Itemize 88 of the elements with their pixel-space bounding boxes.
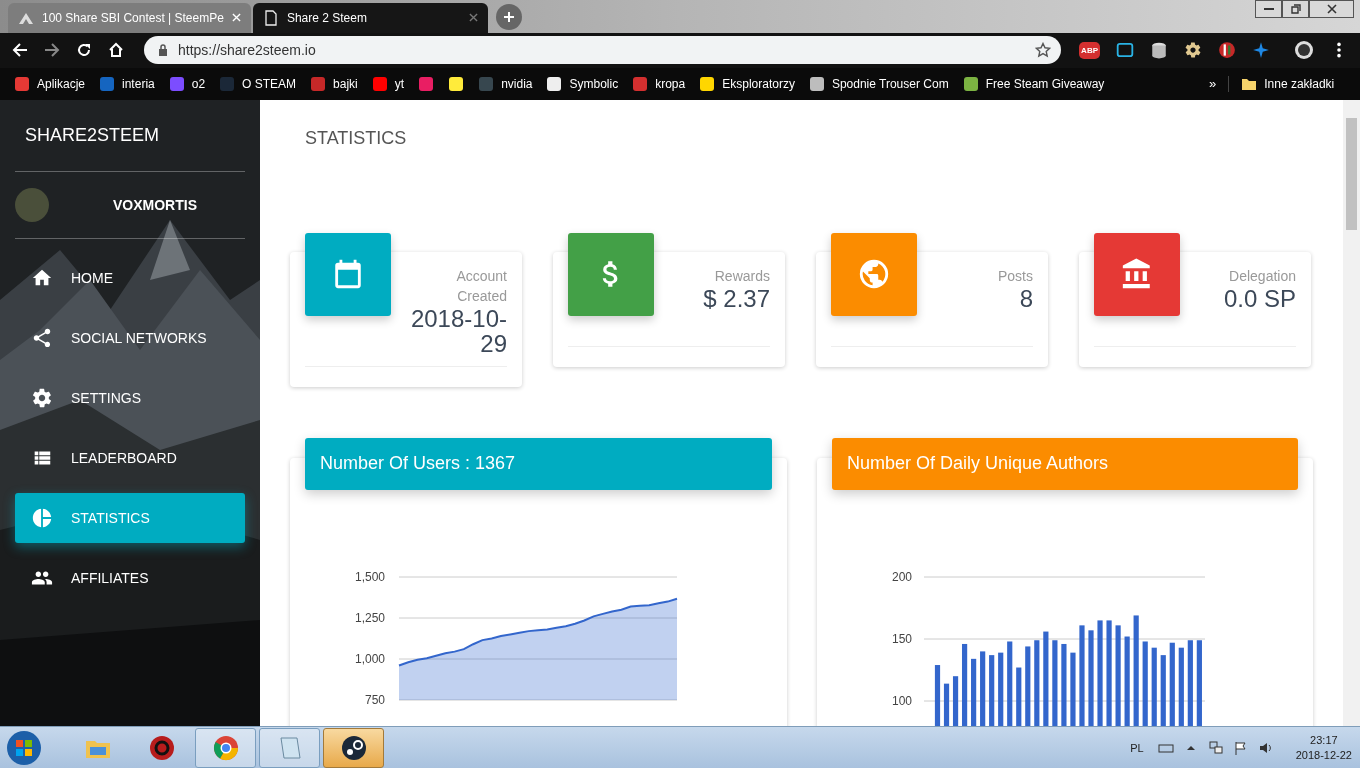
pie-chart-icon bbox=[31, 506, 53, 529]
extension-icon[interactable] bbox=[1116, 41, 1134, 60]
nav-item[interactable]: AFFILIATES bbox=[15, 552, 245, 603]
address-bar[interactable]: https://share2steem.io bbox=[144, 36, 1062, 65]
close-icon bbox=[1326, 4, 1337, 14]
more-bookmarks-button[interactable]: » bbox=[1209, 76, 1217, 92]
bar bbox=[989, 655, 995, 727]
user-name[interactable]: VOXMORTIS bbox=[113, 196, 197, 213]
page-icon bbox=[262, 9, 279, 26]
plus-icon bbox=[502, 10, 515, 23]
bookmark-link[interactable]: Aplikacje bbox=[37, 76, 86, 91]
favicon[interactable] bbox=[448, 75, 465, 92]
stat-value: 0.0 SP bbox=[1222, 285, 1296, 311]
restore-button[interactable] bbox=[1282, 0, 1309, 18]
tab-title: Share 2 Steem bbox=[286, 10, 368, 25]
close-icon[interactable] bbox=[468, 13, 478, 23]
axis-label: 200 bbox=[891, 569, 912, 584]
axis-label: 1,000 bbox=[354, 651, 385, 666]
axis-label: 1,500 bbox=[354, 569, 385, 584]
flag-icon[interactable] bbox=[1232, 739, 1249, 756]
bar bbox=[1016, 667, 1022, 727]
language-indicator[interactable]: PL bbox=[1130, 741, 1144, 754]
new-tab-button[interactable] bbox=[495, 3, 522, 30]
url-text: https://share2steem.io bbox=[178, 42, 316, 59]
stat-value: $ 2.37 bbox=[702, 285, 770, 311]
restore-icon bbox=[1290, 4, 1301, 14]
profile-icon[interactable] bbox=[1294, 40, 1314, 61]
axis-label: 150 bbox=[891, 631, 912, 646]
database-icon[interactable] bbox=[1150, 41, 1168, 60]
bookmark-link[interactable]: bajki bbox=[333, 76, 358, 91]
axis-label: 750 bbox=[364, 692, 385, 707]
stat-label: Account Created bbox=[455, 266, 507, 306]
scrollbar[interactable] bbox=[1343, 99, 1360, 727]
bookmark-link[interactable]: Spodnie Trouser Com bbox=[831, 76, 949, 91]
minimize-icon bbox=[1263, 8, 1274, 10]
home-icon[interactable] bbox=[108, 42, 124, 59]
bars-icon[interactable] bbox=[1218, 41, 1236, 60]
bar bbox=[934, 664, 941, 727]
bar bbox=[1160, 655, 1166, 727]
back-icon[interactable] bbox=[12, 42, 28, 59]
stat-label: Posts bbox=[997, 266, 1033, 286]
axis-label: 1,250 bbox=[354, 610, 385, 625]
bookmark-link[interactable]: Eksploratorzy bbox=[722, 76, 795, 91]
stat-value: 2018-10-29 bbox=[409, 305, 507, 356]
nav-item[interactable]: SOCIAL NETWORKS bbox=[15, 312, 245, 363]
scrollbar-thumb[interactable] bbox=[1346, 117, 1357, 230]
chart-header: Number Of Daily Unique Authors bbox=[832, 437, 1298, 490]
stat-value: 8 bbox=[1018, 285, 1033, 311]
bookmark-link[interactable]: nvidia bbox=[501, 76, 533, 91]
close-button[interactable] bbox=[1309, 0, 1354, 18]
bar bbox=[943, 683, 950, 727]
stat-label: Delegation bbox=[1228, 266, 1296, 286]
share-icon bbox=[31, 326, 53, 349]
forward-icon[interactable] bbox=[44, 42, 60, 59]
bookmark-link[interactable]: kropa bbox=[655, 76, 686, 91]
favicon[interactable] bbox=[699, 75, 716, 92]
bar bbox=[971, 658, 977, 727]
reload-icon[interactable] bbox=[76, 42, 92, 59]
bookmark-link[interactable]: o2 bbox=[191, 76, 206, 91]
star-icon[interactable] bbox=[1035, 42, 1052, 59]
nav-item[interactable]: SETTINGS bbox=[15, 372, 245, 423]
stat-label: Rewards bbox=[713, 266, 770, 286]
nav-item[interactable]: LEADERBOARD bbox=[15, 432, 245, 483]
browser-tab[interactable]: Share 2 Steem bbox=[252, 2, 488, 33]
bar bbox=[952, 676, 959, 727]
bookmark-link[interactable]: Symbolic bbox=[569, 76, 619, 91]
axis-label: 100 bbox=[891, 693, 912, 708]
bookmark-folder[interactable]: Inne zakładki bbox=[1264, 76, 1335, 91]
brand-name[interactable]: SHARE2STEEM bbox=[15, 99, 245, 172]
page-title: STATISTICS bbox=[304, 126, 408, 150]
browser-tab[interactable]: 100 Share SBI Contest | SteemPe bbox=[8, 2, 251, 33]
nav-item[interactable]: HOME bbox=[15, 252, 245, 303]
bookmark-link[interactable]: O STEAM bbox=[242, 76, 297, 91]
clock[interactable]: 23:17 2018-12-22 bbox=[1295, 732, 1352, 763]
favicon[interactable] bbox=[808, 75, 825, 92]
favicon[interactable] bbox=[962, 75, 979, 92]
network-icon[interactable] bbox=[1207, 739, 1224, 756]
bookmark-link[interactable]: interia bbox=[122, 76, 155, 91]
bookmark-link[interactable]: Free Steam Giveaway bbox=[985, 76, 1105, 91]
chart-header: Number Of Users : 1367 bbox=[305, 437, 772, 490]
favicon[interactable] bbox=[546, 75, 563, 92]
taskbar-app[interactable] bbox=[323, 727, 384, 768]
bookmark-link[interactable]: yt bbox=[394, 76, 405, 91]
minimize-button[interactable] bbox=[1255, 0, 1282, 18]
settings-icon bbox=[31, 386, 53, 409]
tab-title: 100 Share SBI Contest | SteemPe bbox=[42, 10, 224, 25]
adblock-extension[interactable]: ABP bbox=[1079, 41, 1100, 59]
lock-icon bbox=[158, 44, 168, 57]
